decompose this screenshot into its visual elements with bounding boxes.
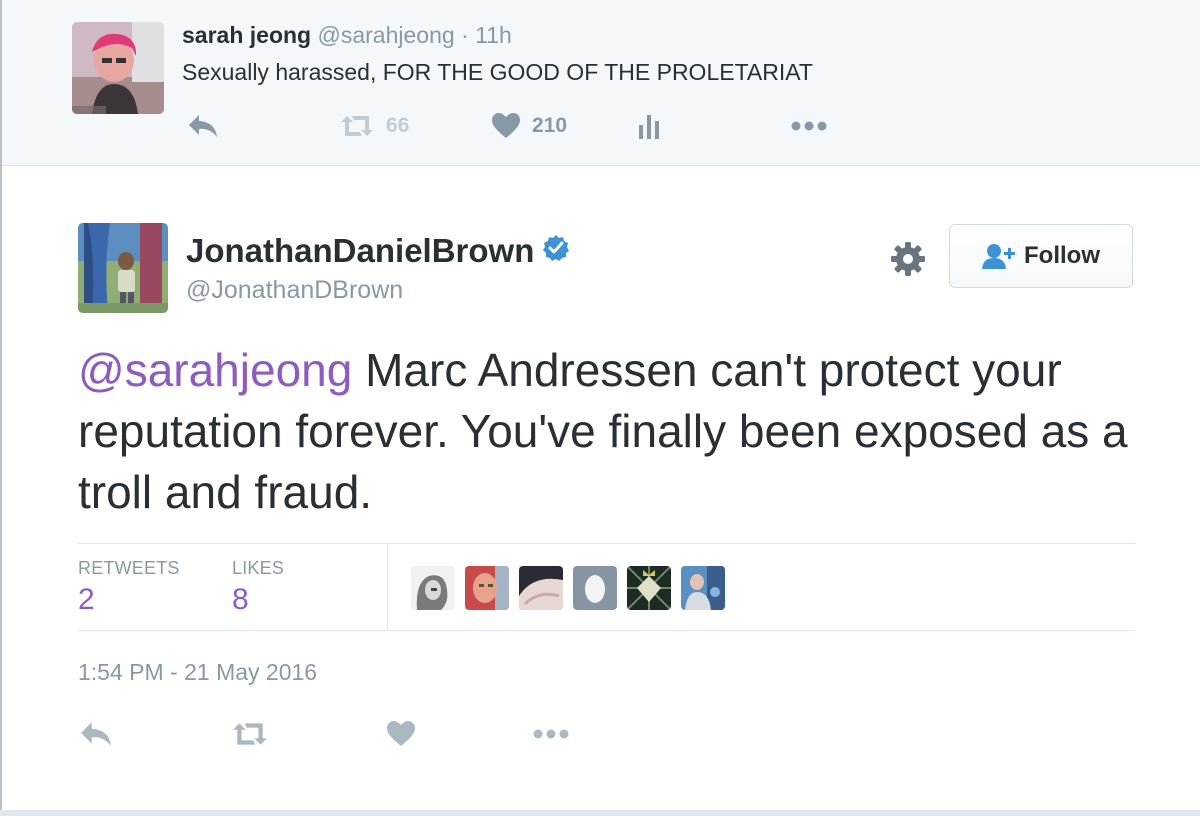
divider	[387, 544, 388, 630]
author-handle[interactable]: @JonathanDBrown	[186, 276, 403, 305]
retweet-count: 66	[386, 114, 410, 137]
likes-stat[interactable]: LIKES 8	[232, 558, 284, 617]
reply-button[interactable]	[188, 108, 218, 144]
more-dots-icon	[533, 729, 569, 739]
liker-avatar[interactable]	[681, 566, 725, 610]
analytics-button[interactable]	[639, 108, 663, 144]
author-name[interactable]: JonathanDanielBrown	[186, 232, 534, 270]
avatar[interactable]	[78, 223, 168, 313]
author-handle[interactable]: @sarahjeong	[318, 22, 455, 48]
tweet-text: Sexually harassed, FOR THE GOOD OF THE P…	[182, 59, 813, 85]
liker-avatar[interactable]	[573, 566, 617, 610]
follow-button[interactable]: Follow	[949, 224, 1133, 288]
retweet-button[interactable]	[232, 716, 268, 752]
tweet-timestamp[interactable]: 1:54 PM - 21 May 2016	[78, 659, 317, 686]
like-count: 210	[532, 114, 568, 137]
likes-label: LIKES	[232, 558, 285, 578]
reply-icon	[81, 722, 111, 746]
more-button[interactable]	[791, 108, 827, 144]
separator-dot: ·	[461, 22, 469, 48]
likes-count: 8	[232, 583, 249, 616]
more-dots-icon	[791, 121, 827, 131]
more-button[interactable]	[533, 716, 569, 752]
retweet-icon	[341, 116, 373, 136]
reply-button[interactable]	[80, 716, 112, 752]
retweet-icon	[233, 723, 267, 745]
add-user-icon	[982, 244, 1015, 269]
tweet-time[interactable]: 11h	[475, 22, 512, 48]
heart-icon	[387, 721, 415, 746]
tweet-actions: 66 210	[182, 108, 882, 144]
window-bottom-border	[0, 810, 1200, 816]
mention-link[interactable]: @sarahjeong	[78, 344, 352, 396]
heart-icon	[492, 113, 520, 138]
retweet-button[interactable]: 66	[340, 108, 409, 144]
analytics-icon	[639, 115, 659, 139]
follow-label: Follow	[1024, 242, 1100, 269]
reply-icon	[189, 115, 217, 137]
liker-avatar[interactable]	[411, 566, 455, 610]
tweet-text: @sarahjeong Marc Andressen can't protect…	[78, 340, 1158, 523]
retweets-stat[interactable]: RETWEETS 2	[78, 558, 180, 617]
liker-avatar[interactable]	[465, 566, 509, 610]
tweet-actions	[78, 716, 678, 756]
gear-icon[interactable]	[889, 240, 927, 278]
like-button[interactable]	[387, 716, 415, 752]
parent-tweet[interactable]: sarah jeong @sarahjeong · 11h Sexually h…	[2, 0, 1200, 166]
parent-tweet-header: sarah jeong @sarahjeong · 11h	[182, 22, 512, 49]
tweet-stats: RETWEETS 2 LIKES 8	[78, 543, 1135, 631]
verified-badge-icon	[542, 232, 570, 270]
avatar[interactable]	[72, 22, 164, 114]
author-name-row: JonathanDanielBrown	[186, 232, 570, 270]
liker-avatar[interactable]	[627, 566, 671, 610]
liker-avatars	[411, 566, 735, 610]
like-button[interactable]: 210	[492, 108, 567, 144]
retweets-label: RETWEETS	[78, 558, 180, 578]
author-name[interactable]: sarah jeong	[182, 22, 311, 48]
retweets-count: 2	[78, 583, 95, 616]
liker-avatar[interactable]	[519, 566, 563, 610]
